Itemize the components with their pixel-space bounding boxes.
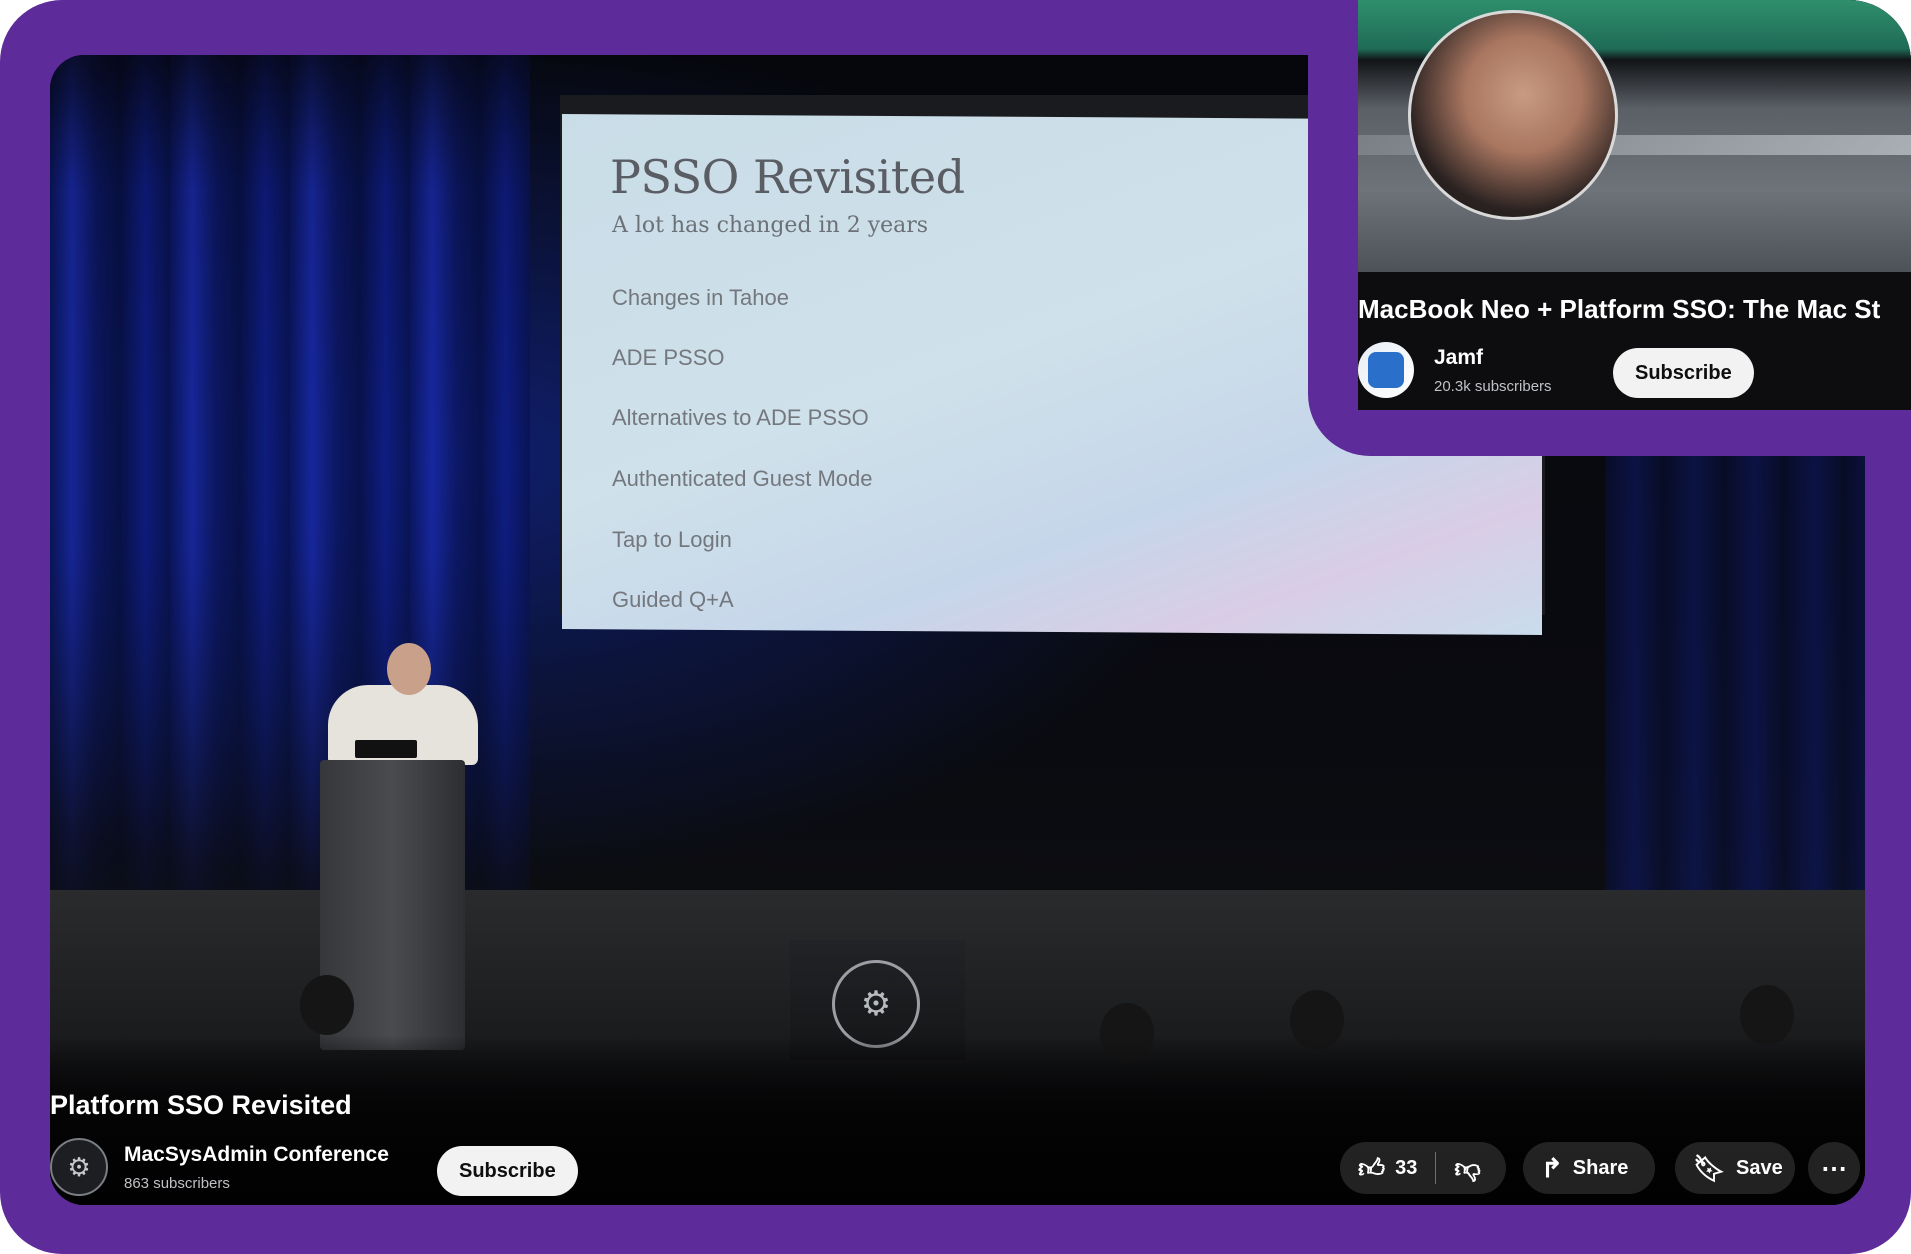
- mini-subscriber-count: 20.3k subscribers: [1434, 378, 1552, 395]
- mini-video-title[interactable]: MacBook Neo + Platform SSO: The Mac St: [1358, 294, 1880, 325]
- slide-item: ADE PSSO: [612, 345, 725, 370]
- like-count: 33: [1395, 1156, 1418, 1179]
- purple-background-frame: PSSO Revisited A lot has changed in 2 ye…: [0, 0, 1911, 1254]
- bookmark-icon: 🔖︎: [1693, 1153, 1727, 1183]
- channel-name[interactable]: MacSysAdmin Conference: [124, 1143, 389, 1167]
- mini-video-player[interactable]: MacBook Neo + Platform SSO: The Mac St J…: [1358, 0, 1911, 410]
- slide-item: Guided Q+A: [612, 587, 734, 612]
- dislike-button[interactable]: 👎︎: [1436, 1142, 1498, 1194]
- subscribe-button[interactable]: Subscribe: [437, 1146, 578, 1196]
- share-label: Share: [1572, 1156, 1629, 1179]
- presenter-facecam: [1408, 10, 1618, 220]
- save-label: Save: [1736, 1156, 1783, 1179]
- share-button[interactable]: ↱ Share: [1523, 1142, 1655, 1194]
- thumbs-down-icon: 👎︎: [1454, 1153, 1481, 1183]
- thumbs-up-icon: 👍︎: [1358, 1153, 1386, 1183]
- jamf-logo-icon: [1368, 352, 1404, 388]
- mini-channel-name[interactable]: Jamf: [1434, 346, 1483, 370]
- speaker-head: [387, 643, 431, 695]
- slide-title: PSSO Revisited: [610, 150, 965, 204]
- slide-item: Alternatives to ADE PSSO: [612, 405, 869, 430]
- slide-item: Changes in Tahoe: [612, 285, 789, 310]
- subscriber-count: 863 subscribers: [124, 1175, 230, 1192]
- like-dislike-group: 👍︎ 33 👎︎: [1340, 1142, 1506, 1194]
- conference-logo-icon: ⚙: [67, 1151, 91, 1182]
- channel-avatar[interactable]: ⚙: [50, 1138, 108, 1196]
- audience-head: [300, 975, 354, 1035]
- mini-channel-avatar[interactable]: [1358, 342, 1414, 398]
- more-actions-button[interactable]: ⋯: [1808, 1142, 1860, 1194]
- save-button[interactable]: 🔖︎ Save: [1675, 1142, 1795, 1194]
- slide-item: Authenticated Guest Mode: [612, 466, 873, 491]
- video-title[interactable]: Platform SSO Revisited: [50, 1090, 352, 1121]
- like-button[interactable]: 👍︎ 33: [1340, 1142, 1435, 1194]
- more-horizontal-icon: ⋯: [1821, 1153, 1847, 1183]
- laptop: [355, 740, 417, 758]
- share-arrow-icon: ↱: [1541, 1153, 1563, 1183]
- slide-item: Tap to Login: [612, 527, 732, 552]
- mini-subscribe-button[interactable]: Subscribe: [1613, 348, 1754, 398]
- slide-subtitle: A lot has changed in 2 years: [612, 213, 929, 238]
